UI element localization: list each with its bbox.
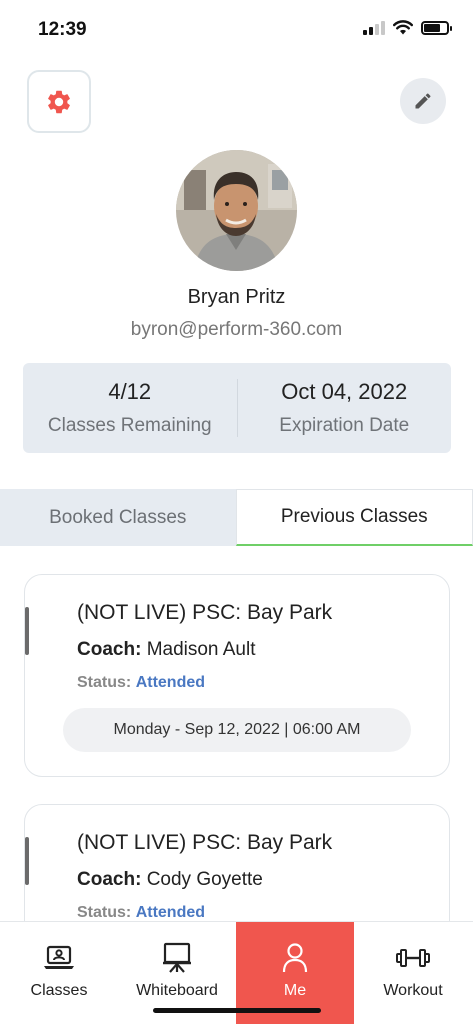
class-title: (NOT LIVE) PSC: Bay Park (77, 831, 333, 854)
tab-previous-classes[interactable]: Previous Classes (235, 489, 473, 546)
coach-name: Cody Goyette (146, 869, 263, 890)
nav-label: Workout (383, 982, 443, 999)
status-label: Status: (77, 904, 132, 921)
membership-stats: 4/12 Classes Remaining Oct 04, 2022 Expi… (23, 363, 451, 453)
tab-booked-classes[interactable]: Booked Classes (0, 489, 236, 546)
nav-workout[interactable]: Workout (354, 922, 472, 1024)
class-coach: Coach: Cody Goyette (77, 869, 263, 891)
user-name: Bryan Pritz (187, 286, 286, 308)
expiration-date-label: Expiration Date (279, 415, 410, 436)
pencil-icon (415, 93, 431, 109)
wifi-icon (393, 20, 413, 35)
card-accent-bar (25, 607, 29, 655)
cellular-signal-icon (363, 20, 385, 35)
nav-label: Whiteboard (136, 982, 218, 999)
nav-label: Me (283, 982, 307, 999)
avatar (176, 150, 297, 271)
person-icon (282, 943, 308, 973)
whiteboard-icon (163, 942, 191, 973)
edit-profile-button[interactable] (400, 78, 446, 124)
nav-label: Classes (30, 982, 88, 999)
class-status: Status: Attended (77, 674, 205, 692)
user-email: byron@perform-360.com (130, 319, 343, 340)
battery-icon (421, 20, 452, 35)
class-coach: Coach: Madison Ault (77, 639, 255, 661)
settings-button[interactable] (27, 70, 91, 133)
expiration-date-stat: Oct 04, 2022 Expiration Date (238, 363, 452, 453)
coach-name: Madison Ault (146, 639, 256, 660)
classes-remaining-value: 4/12 (108, 379, 152, 404)
status-icons (363, 20, 452, 35)
classes-remaining-stat: 4/12 Classes Remaining (23, 363, 237, 453)
status-badge: Attended (135, 904, 206, 921)
class-tabs: Booked Classes Previous Classes (0, 489, 473, 546)
coach-label: Coach: (77, 869, 142, 890)
status-label: Status: (77, 674, 132, 691)
status-badge: Attended (135, 674, 206, 691)
home-indicator[interactable] (153, 1008, 321, 1013)
expiration-date-value: Oct 04, 2022 (281, 379, 408, 404)
coach-label: Coach: (77, 639, 142, 660)
avatar-photo (176, 150, 297, 271)
classes-remaining-label: Classes Remaining (47, 415, 212, 436)
status-time: 12:39 (38, 19, 87, 40)
class-status: Status: Attended (77, 904, 205, 922)
card-accent-bar (25, 837, 29, 885)
class-date: Monday - Sep 12, 2022 | 06:00 AM (63, 708, 411, 752)
class-card[interactable]: (NOT LIVE) PSC: Bay Park Coach: Madison … (24, 574, 450, 777)
status-bar: 12:39 (0, 0, 473, 60)
nav-classes[interactable]: Classes (0, 922, 118, 1024)
class-title: (NOT LIVE) PSC: Bay Park (77, 601, 333, 624)
gear-icon (48, 90, 70, 113)
laptop-user-icon (44, 945, 74, 969)
dumbbell-icon (396, 949, 430, 967)
